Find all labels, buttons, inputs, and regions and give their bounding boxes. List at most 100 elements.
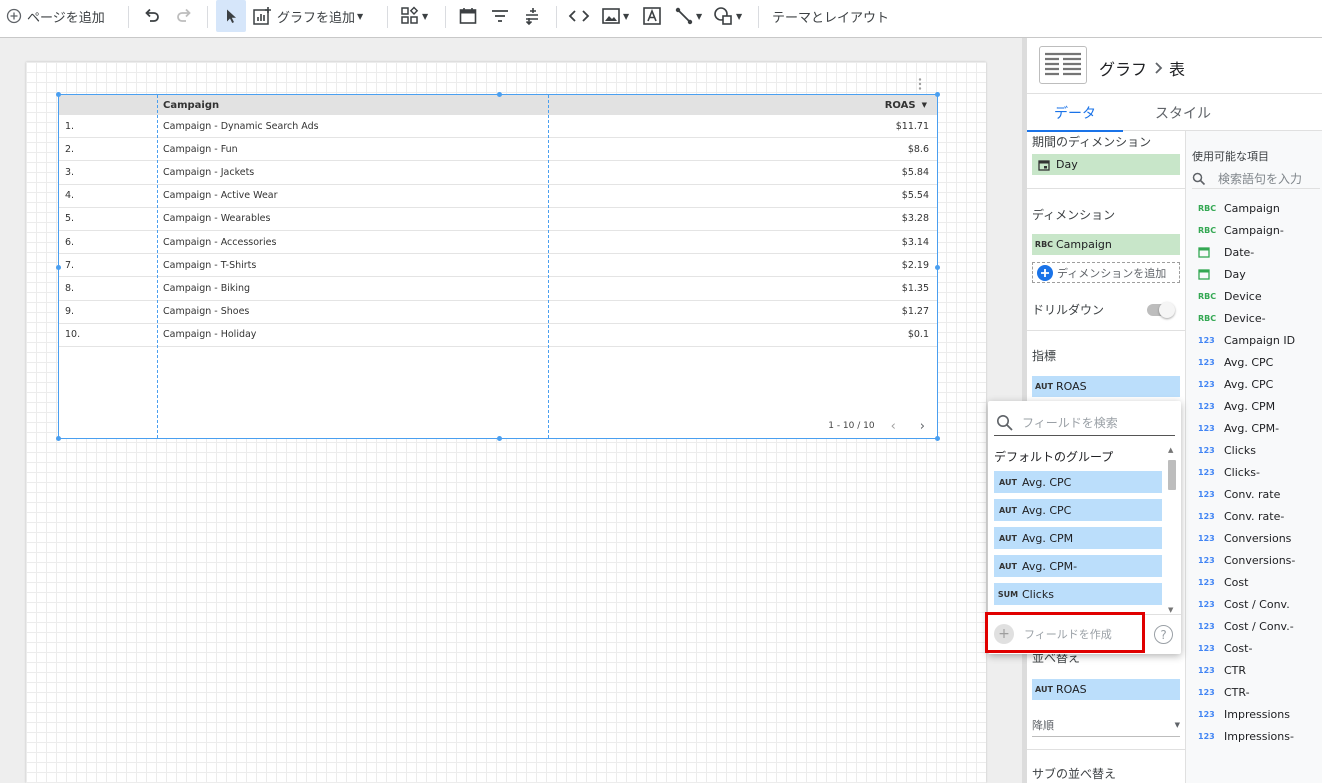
resize-handle[interactable] bbox=[497, 92, 502, 97]
table-row[interactable]: 3. Campaign - Jackets $5.84 bbox=[59, 161, 937, 185]
add-dimension-label: ディメンションを追加 bbox=[1057, 266, 1167, 280]
field-item[interactable]: 123 Impressions- bbox=[1198, 725, 1294, 747]
table-chart[interactable]: Campaign ROAS ▼ 1. Campaign - Dynamic Sea… bbox=[56, 92, 940, 441]
text-box-button[interactable] bbox=[642, 0, 662, 32]
field-item[interactable]: RBC Campaign- bbox=[1198, 219, 1284, 241]
add-chart-button[interactable]: グラフを追加 ▼ bbox=[252, 0, 363, 32]
field-item[interactable]: 123 CTR- bbox=[1198, 681, 1250, 703]
resize-handle[interactable] bbox=[56, 265, 61, 270]
data-control-button[interactable] bbox=[522, 0, 542, 32]
popup-field-item[interactable]: SUM Clicks bbox=[994, 583, 1162, 605]
field-item[interactable]: 123 Conversions bbox=[1198, 527, 1291, 549]
field-item[interactable]: 123 Cost / Conv.- bbox=[1198, 615, 1294, 637]
table-chart-type-icon[interactable] bbox=[1039, 46, 1087, 84]
resize-handle[interactable] bbox=[935, 265, 940, 270]
metric-chip[interactable]: AUT ROAS bbox=[1032, 376, 1180, 397]
column-divider bbox=[548, 95, 549, 438]
table-row[interactable]: 8. Campaign - Biking $1.35 bbox=[59, 277, 937, 301]
field-item[interactable]: 123 Clicks- bbox=[1198, 461, 1260, 483]
column-header-roas[interactable]: ROAS ▼ bbox=[629, 95, 929, 115]
resize-handle[interactable] bbox=[935, 436, 940, 441]
field-item[interactable]: 123 Avg. CPC bbox=[1198, 351, 1273, 373]
dropdown-caret-icon: ▼ bbox=[623, 11, 630, 21]
sort-chip[interactable]: AUT ROAS bbox=[1032, 679, 1180, 700]
row-index: 7. bbox=[65, 259, 75, 271]
resize-handle[interactable] bbox=[56, 436, 61, 441]
resize-handle[interactable] bbox=[497, 436, 502, 441]
add-dimension-button[interactable]: ディメンションを追加 bbox=[1032, 262, 1180, 283]
breadcrumb-parent[interactable]: グラフ bbox=[1099, 56, 1147, 80]
help-icon[interactable]: ? bbox=[1154, 625, 1173, 644]
table-row[interactable]: 7. Campaign - T-Shirts $2.19 bbox=[59, 254, 937, 278]
popup-scrollbar[interactable]: ▲ ▼ bbox=[1167, 446, 1177, 614]
field-item[interactable]: 123 Conv. rate- bbox=[1198, 505, 1284, 527]
field-item[interactable]: 123 Conversions- bbox=[1198, 549, 1295, 571]
dimension-chip[interactable]: RBC Campaign bbox=[1032, 234, 1180, 255]
report-page[interactable]: Campaign ROAS ▼ 1. Campaign - Dynamic Sea… bbox=[26, 62, 986, 783]
table-row[interactable]: 1. Campaign - Dynamic Search Ads $11.71 bbox=[59, 115, 937, 139]
number-type-icon: 123 bbox=[1198, 621, 1215, 631]
field-item[interactable]: 123 Avg. CPM- bbox=[1198, 417, 1279, 439]
redo-button[interactable] bbox=[174, 0, 194, 32]
tab-style[interactable]: スタイル bbox=[1123, 95, 1243, 131]
popup-field-item[interactable]: AUT Avg. CPC bbox=[994, 499, 1162, 521]
field-item[interactable]: 123 Avg. CPM bbox=[1198, 395, 1275, 417]
select-tool-button[interactable] bbox=[216, 0, 246, 32]
campaign-cell: Campaign - Dynamic Search Ads bbox=[163, 120, 319, 132]
shape-button[interactable]: ▼ bbox=[712, 0, 742, 32]
table-row[interactable]: 6. Campaign - Accessories $3.14 bbox=[59, 231, 937, 255]
field-item[interactable]: RBC Device bbox=[1198, 285, 1262, 307]
tab-data[interactable]: データ bbox=[1027, 95, 1123, 132]
field-item[interactable]: 123 CTR bbox=[1198, 659, 1246, 681]
popup-field-item[interactable]: AUT Avg. CPM bbox=[994, 527, 1162, 549]
field-item[interactable]: 123 Cost bbox=[1198, 571, 1248, 593]
image-button[interactable]: ▼ bbox=[601, 0, 629, 32]
theme-layout-button[interactable]: テーマとレイアウト bbox=[772, 0, 889, 32]
field-item[interactable]: Date- bbox=[1198, 241, 1254, 263]
resize-handle[interactable] bbox=[56, 92, 61, 97]
tab-data-label: データ bbox=[1054, 106, 1096, 122]
field-item[interactable]: 123 Campaign ID bbox=[1198, 329, 1295, 351]
table-row[interactable]: 2. Campaign - Fun $8.6 bbox=[59, 138, 937, 162]
drilldown-toggle[interactable] bbox=[1147, 302, 1175, 318]
prev-page-icon[interactable]: ‹ bbox=[891, 419, 896, 434]
field-item[interactable]: 123 Cost- bbox=[1198, 637, 1252, 659]
field-item[interactable]: 123 Conv. rate bbox=[1198, 483, 1280, 505]
date-range-button[interactable] bbox=[458, 0, 478, 32]
fields-search[interactable]: 検索語句を入力 bbox=[1192, 169, 1320, 189]
calendar-icon bbox=[1032, 159, 1056, 171]
field-item[interactable]: RBC Campaign bbox=[1198, 197, 1280, 219]
popup-field-item[interactable]: AUT Avg. CPM- bbox=[994, 555, 1162, 577]
toolbar-divider bbox=[445, 6, 446, 28]
field-item[interactable]: Day bbox=[1198, 263, 1246, 285]
resize-handle[interactable] bbox=[935, 92, 940, 97]
line-button[interactable]: ▼ bbox=[674, 0, 702, 32]
filter-control-button[interactable] bbox=[490, 0, 510, 32]
column-header-campaign[interactable]: Campaign bbox=[163, 95, 543, 115]
row-index: 3. bbox=[65, 166, 75, 178]
scroll-up-icon[interactable]: ▲ bbox=[1168, 446, 1173, 454]
field-item[interactable]: RBC Device- bbox=[1198, 307, 1266, 329]
scroll-down-icon[interactable]: ▼ bbox=[1168, 606, 1173, 614]
scrollbar-thumb[interactable] bbox=[1168, 460, 1176, 490]
field-item[interactable]: 123 Cost / Conv. bbox=[1198, 593, 1290, 615]
add-control-button[interactable]: ▼ bbox=[400, 0, 428, 32]
more-options-icon[interactable] bbox=[916, 76, 924, 90]
next-page-icon[interactable]: › bbox=[920, 419, 925, 434]
embed-url-button[interactable] bbox=[568, 0, 590, 32]
table-row[interactable]: 10. Campaign - Holiday $0.1 bbox=[59, 324, 937, 347]
field-search-input[interactable] bbox=[1020, 414, 1160, 431]
date-dimension-chip[interactable]: Day bbox=[1032, 154, 1180, 175]
field-item[interactable]: 123 Clicks bbox=[1198, 439, 1256, 461]
table-row[interactable]: 5. Campaign - Wearables $3.28 bbox=[59, 208, 937, 231]
popup-field-item[interactable]: AUT Avg. CPC bbox=[994, 471, 1162, 493]
undo-button[interactable] bbox=[142, 0, 162, 32]
line-tool-icon bbox=[675, 7, 693, 25]
field-item[interactable]: 123 Avg. CPC bbox=[1198, 373, 1273, 395]
roas-cell: $11.71 bbox=[895, 120, 929, 132]
field-item[interactable]: 123 Impressions bbox=[1198, 703, 1290, 725]
sort-order-select[interactable]: 降順 ▼ bbox=[1032, 713, 1180, 737]
add-page-button[interactable]: ページを追加 bbox=[6, 0, 105, 32]
table-row[interactable]: 9. Campaign - Shoes $1.27 bbox=[59, 301, 937, 324]
table-row[interactable]: 4. Campaign - Active Wear $5.54 bbox=[59, 185, 937, 208]
